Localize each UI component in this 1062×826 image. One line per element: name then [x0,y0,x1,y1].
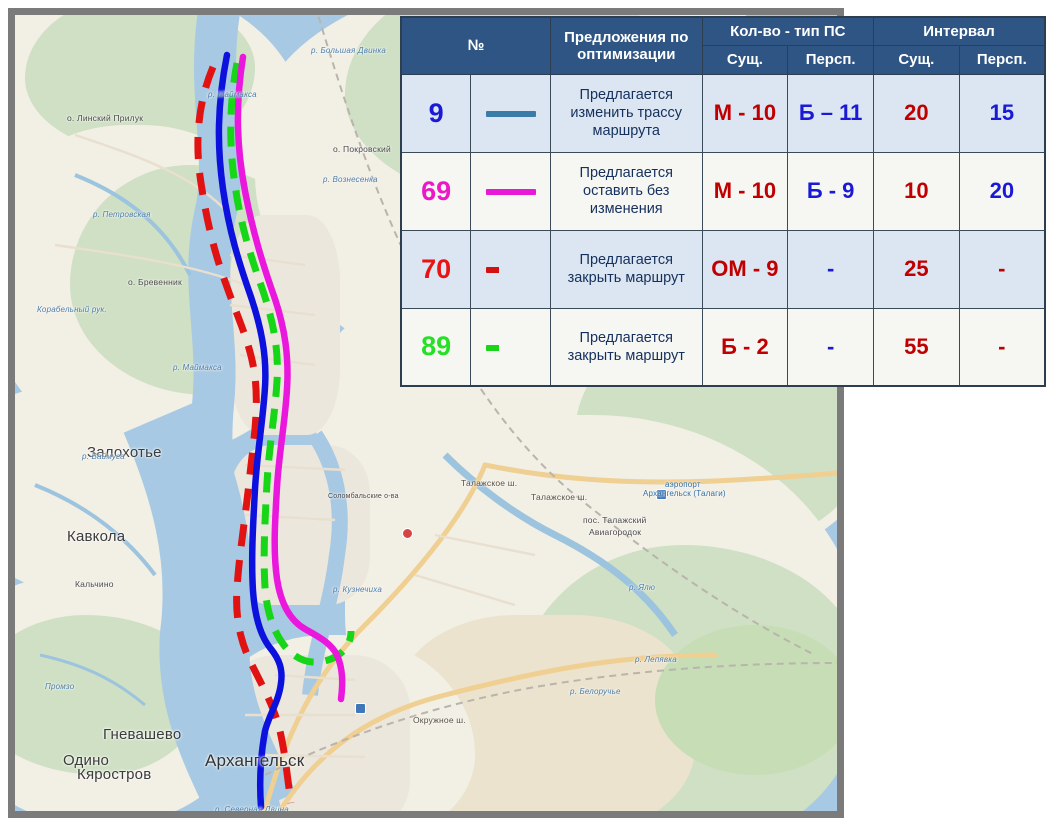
route-proposal-text: Предлагается закрыть маршрут [549,229,703,309]
cell-interval-perspective: 20 [958,151,1046,231]
cell-ps-existing: М - 10 [701,73,789,153]
cell-ps-perspective: Б – 11 [787,73,874,153]
cell-ps-perspective: - [787,229,874,309]
line-swatch-dashed [485,267,536,273]
header-ps-existing: Сущ. [701,45,789,75]
line-swatch-solid [485,111,536,117]
cell-interval-perspective: 15 [958,73,1046,153]
cell-ps-existing: М - 10 [701,151,789,231]
cell-ps-existing: Б - 2 [701,307,789,387]
route-89-polyline [227,62,355,666]
route-proposal-text: Предлагается изменить трассу маршрута [549,73,703,153]
cell-ps-existing: ОМ - 9 [701,229,789,309]
cell-interval-existing: 25 [873,229,960,309]
table-header: № Предложения по оптимизации Кол-во - ти… [400,16,1046,75]
header-number: № [400,16,551,75]
header-rolling-stock: Кол-во - тип ПС [701,16,875,47]
table-row: 69 Предлагается оставить без изменения М -… [400,151,1046,231]
route-number: 89 [400,307,472,387]
route-legend-table: № Предложения по оптимизации Кол-во - ти… [400,16,1046,387]
airport-poi-icon[interactable] [656,489,667,500]
header-proposal: Предложения по оптимизации [549,16,703,75]
header-interval: Интервал [873,16,1046,47]
cell-interval-perspective: - [958,307,1046,387]
header-interval-perspective: Персп. [958,45,1046,75]
cell-ps-perspective: Б - 9 [787,151,874,231]
header-interval-existing: Сущ. [873,45,960,75]
route-proposal-text: Предлагается закрыть маршрут [549,307,703,387]
cell-interval-perspective: - [958,229,1046,309]
header-ps-perspective: Персп. [787,45,874,75]
route-number: 70 [400,229,472,309]
route-line-sample [470,151,551,231]
route-proposal-text: Предлагается оставить без изменения [549,151,703,231]
table-body: 9 Предлагается изменить трассу маршрута М … [400,73,1046,387]
cell-interval-existing: 10 [873,151,960,231]
line-swatch-dashed [485,344,536,351]
route-line-sample [470,307,551,387]
cell-ps-perspective: - [787,307,874,387]
route-line-sample [470,229,551,309]
cell-interval-existing: 55 [873,307,960,387]
line-swatch-solid [485,189,536,195]
table-row: 70 Предлагается закрыть маршрут ОМ - 9-25- [400,229,1046,309]
parking-poi-icon[interactable] [402,528,413,539]
cell-interval-existing: 20 [873,73,960,153]
route-number: 69 [400,151,472,231]
station-poi-icon[interactable] [355,703,366,714]
route-line-sample [470,73,551,153]
route-number: 9 [400,73,472,153]
route-9-polyline [215,51,285,811]
table-row: 9 Предлагается изменить трассу маршрута М … [400,73,1046,153]
table-row: 89 Предлагается закрыть маршрут Б - 2-55- [400,307,1046,387]
screenshot-root: о. Линский Прилук о. Покровский о. Бревенн… [0,0,1062,826]
